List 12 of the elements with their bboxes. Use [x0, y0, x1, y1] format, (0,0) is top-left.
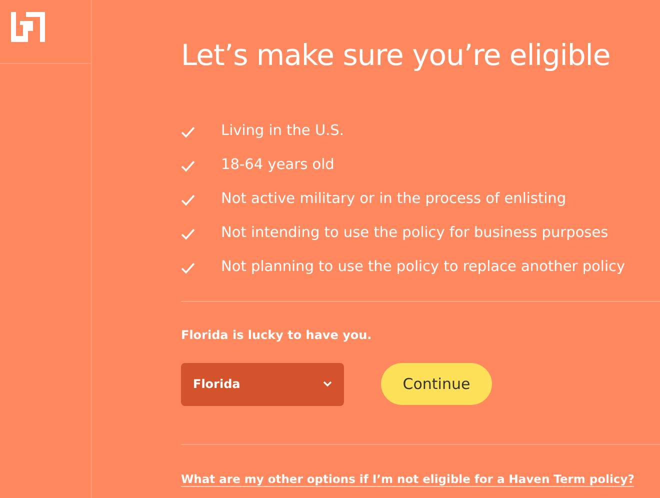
criterion-text: Living in the U.S.	[221, 122, 344, 141]
page-title: Let’s make sure you’re eligible	[181, 38, 612, 73]
state-dropdown[interactable]: Florida	[181, 362, 344, 406]
criterion-text: 18-64 years old	[221, 156, 334, 175]
logo-icon	[11, 12, 45, 42]
criterion-text: Not active military or in the process of enlisting	[221, 190, 566, 209]
criterion-text: Not intending to use the policy for business purposes	[221, 224, 608, 243]
continue-button[interactable]: Continue	[381, 363, 492, 406]
state-message: Florida is lucky to have you.	[181, 326, 373, 344]
chevron-down-icon	[323, 381, 332, 388]
help-link[interactable]: What are my other options if I’m not eligible for a Haven Term policy?	[181, 472, 634, 487]
criterion-text: Not planning to use the policy to replace another policy	[221, 258, 626, 277]
